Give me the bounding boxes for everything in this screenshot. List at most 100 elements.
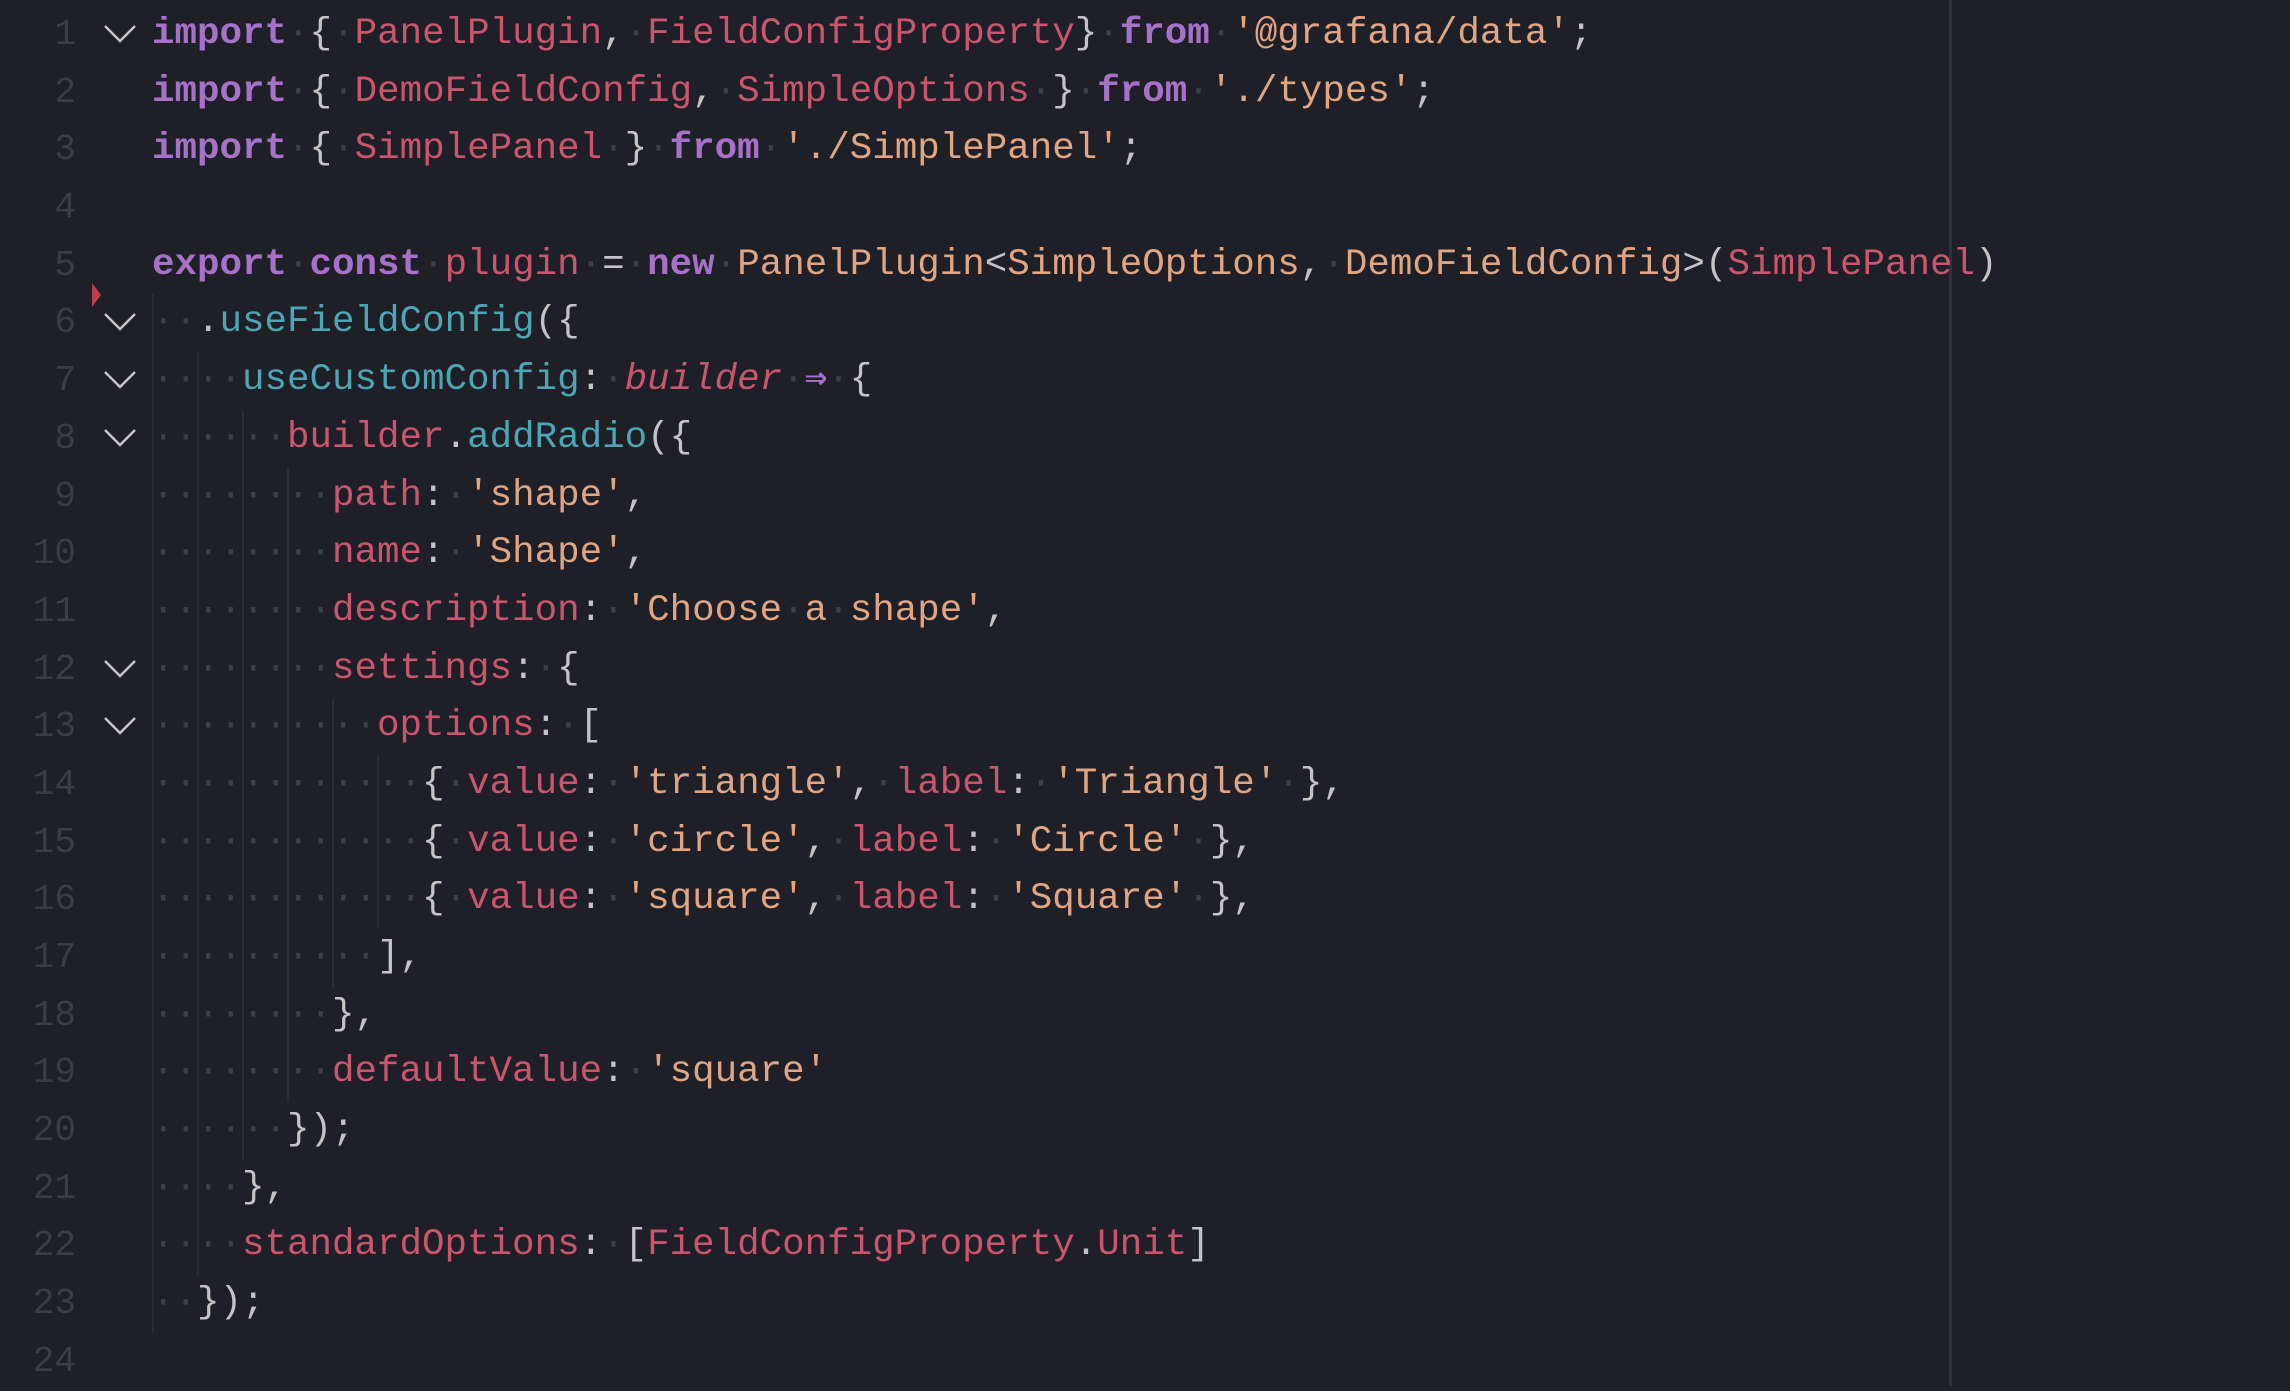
line-content[interactable]: ········settings:·{ bbox=[152, 641, 580, 699]
fold-chevron-down-icon[interactable] bbox=[103, 658, 137, 680]
line-number[interactable]: 20 bbox=[0, 1102, 76, 1160]
line-content[interactable]: ········description:·'Choose·a·shape', bbox=[152, 583, 1007, 641]
punctuation-token: : bbox=[512, 647, 535, 690]
punctuation-token: ; bbox=[1119, 128, 1143, 171]
code-line[interactable]: 12 ········settings:·{ bbox=[0, 640, 2290, 699]
line-content[interactable]: ········defaultValue:·'square' bbox=[152, 1044, 827, 1102]
fold-chevron-down-icon[interactable] bbox=[103, 427, 137, 449]
line-content[interactable]: ····useCustomConfig:·builder·⇒·{ bbox=[152, 352, 872, 410]
line-number[interactable]: 10 bbox=[0, 525, 76, 583]
code-line[interactable]: 4 bbox=[0, 179, 2290, 237]
code-line[interactable]: 6 ··.useFieldConfig({ bbox=[0, 294, 2290, 353]
code-line[interactable]: 16 ············{·value:·'square',·label:… bbox=[0, 871, 2290, 929]
line-number[interactable]: 17 bbox=[0, 929, 76, 987]
whitespace-token: ·········· bbox=[152, 705, 378, 748]
line-content[interactable]: ············{·value:·'circle',·label:·'C… bbox=[152, 814, 1255, 872]
line-number[interactable]: 14 bbox=[0, 756, 76, 814]
punctuation-token: [ bbox=[579, 705, 603, 748]
code-line[interactable]: 5 export·const·plugin·=·new·PanelPlugin<… bbox=[0, 237, 2290, 295]
line-number[interactable]: 4 bbox=[0, 179, 76, 237]
code-line[interactable]: 18 ········}, bbox=[0, 986, 2290, 1045]
line-content[interactable]: ··}); bbox=[152, 1275, 265, 1333]
line-number[interactable]: 12 bbox=[0, 641, 76, 699]
code-line[interactable]: 9 ········path:·'shape', bbox=[0, 467, 2290, 526]
whitespace-token: ········ bbox=[152, 647, 333, 690]
code-line[interactable]: 10 ········name:·'Shape', bbox=[0, 525, 2290, 583]
line-number[interactable]: 8 bbox=[0, 410, 76, 468]
keyword-token: from bbox=[669, 128, 760, 171]
code-line[interactable]: 7 ····useCustomConfig:·builder·⇒·{ bbox=[0, 352, 2290, 410]
line-content[interactable]: ············{·value:·'triangle',·label:·… bbox=[152, 756, 1345, 814]
line-number[interactable]: 23 bbox=[0, 1275, 76, 1333]
line-number[interactable]: 7 bbox=[0, 352, 76, 410]
fold-chevron-down-icon[interactable] bbox=[103, 23, 137, 45]
whitespace-token: · bbox=[579, 243, 603, 286]
string-token: 'square' bbox=[647, 1051, 828, 1094]
fold-chevron-down-icon[interactable] bbox=[103, 311, 137, 333]
fold-chevron-down-icon[interactable] bbox=[103, 369, 137, 391]
line-content[interactable]: ········name:·'Shape', bbox=[152, 525, 647, 583]
code-line[interactable]: 19 ········defaultValue:·'square' bbox=[0, 1044, 2290, 1103]
line-number[interactable]: 9 bbox=[0, 468, 76, 526]
code-line[interactable]: 8 ······builder.addRadio({ bbox=[0, 409, 2290, 468]
code-line[interactable]: 2 import·{·DemoFieldConfig,·SimpleOption… bbox=[0, 64, 2290, 122]
code-line[interactable]: 17 ··········], bbox=[0, 929, 2290, 987]
line-content[interactable]: ··········options:·[ bbox=[152, 698, 602, 756]
code-line[interactable]: 23 ··}); bbox=[0, 1275, 2290, 1333]
keyword-token: const bbox=[309, 243, 423, 286]
punctuation-token: : bbox=[962, 878, 985, 921]
line-number[interactable]: 11 bbox=[0, 583, 76, 641]
line-content[interactable]: ······builder.addRadio({ bbox=[152, 410, 692, 468]
punctuation-token: , bbox=[804, 820, 828, 863]
line-content[interactable]: ····}, bbox=[152, 1160, 287, 1218]
fold-chevron-down-icon[interactable] bbox=[103, 715, 137, 737]
line-content[interactable]: ··.useFieldConfig({ bbox=[152, 294, 580, 352]
string-token: '@grafana/data' bbox=[1232, 13, 1570, 55]
code-line[interactable]: 1 import·{·PanelPlugin,·FieldConfigPrope… bbox=[0, 6, 2290, 64]
line-content[interactable]: import·{·PanelPlugin,·FieldConfigPropert… bbox=[152, 6, 1592, 64]
line-number[interactable]: 2 bbox=[0, 64, 76, 122]
code-line[interactable]: 21 ····}, bbox=[0, 1159, 2290, 1218]
line-content[interactable]: ············{·value:·'square',·label:·'S… bbox=[152, 871, 1255, 929]
line-number[interactable]: 22 bbox=[0, 1217, 76, 1275]
line-number[interactable]: 24 bbox=[0, 1333, 76, 1391]
line-number[interactable]: 13 bbox=[0, 698, 76, 756]
code-line[interactable]: 11 ········description:·'Choose·a·shape'… bbox=[0, 582, 2290, 641]
code-line[interactable]: 14 ············{·value:·'triangle',·labe… bbox=[0, 755, 2290, 814]
line-content[interactable]: ··········], bbox=[152, 929, 422, 987]
code-line[interactable]: 15 ············{·value:·'circle',·label:… bbox=[0, 813, 2290, 872]
whitespace-token: · bbox=[1074, 70, 1098, 113]
code-line[interactable]: 24 bbox=[0, 1333, 2290, 1391]
line-number[interactable]: 5 bbox=[0, 237, 76, 295]
whitespace-token: ···· bbox=[152, 1224, 243, 1267]
code-editor[interactable]: 1 import·{·PanelPlugin,·FieldConfigPrope… bbox=[0, 0, 2290, 1386]
whitespace-token: · bbox=[782, 589, 805, 632]
line-number[interactable]: 18 bbox=[0, 987, 76, 1045]
line-content[interactable]: ········path:·'shape', bbox=[152, 468, 647, 526]
punctuation-token: { bbox=[309, 128, 333, 171]
code-line[interactable]: 22 ····standardOptions:·[FieldConfigProp… bbox=[0, 1217, 2290, 1276]
whitespace-token: · bbox=[534, 647, 558, 690]
line-content[interactable]: export·const·plugin·=·new·PanelPlugin<Si… bbox=[152, 237, 1998, 295]
string-token: 'shape' bbox=[467, 474, 625, 517]
line-content[interactable]: ······}); bbox=[152, 1102, 355, 1160]
line-content[interactable]: ····standardOptions:·[FieldConfigPropert… bbox=[152, 1217, 1210, 1275]
line-number[interactable]: 1 bbox=[0, 6, 76, 64]
punctuation-token: { bbox=[309, 70, 333, 113]
line-number[interactable]: 16 bbox=[0, 871, 76, 929]
line-content[interactable]: ········}, bbox=[152, 987, 377, 1045]
parameter-token: builder bbox=[624, 359, 783, 402]
code-line[interactable]: 20 ······}); bbox=[0, 1102, 2290, 1160]
line-content[interactable]: import·{·DemoFieldConfig,·SimpleOptions·… bbox=[152, 64, 1435, 122]
line-number[interactable]: 3 bbox=[0, 121, 76, 179]
line-content[interactable]: import·{·SimplePanel·}·from·'./SimplePan… bbox=[152, 121, 1142, 179]
line-number[interactable]: 6 bbox=[0, 294, 76, 352]
code-line[interactable]: 3 import·{·SimplePanel·}·from·'./SimpleP… bbox=[0, 121, 2290, 179]
line-number[interactable]: 19 bbox=[0, 1044, 76, 1102]
line-number[interactable]: 21 bbox=[0, 1160, 76, 1218]
string-token: './types' bbox=[1209, 70, 1413, 113]
line-number[interactable]: 15 bbox=[0, 814, 76, 872]
whitespace-token: · bbox=[827, 589, 850, 632]
type-name-token: SimpleOptions bbox=[1007, 243, 1300, 286]
code-line[interactable]: 13 ··········options:·[ bbox=[0, 698, 2290, 756]
